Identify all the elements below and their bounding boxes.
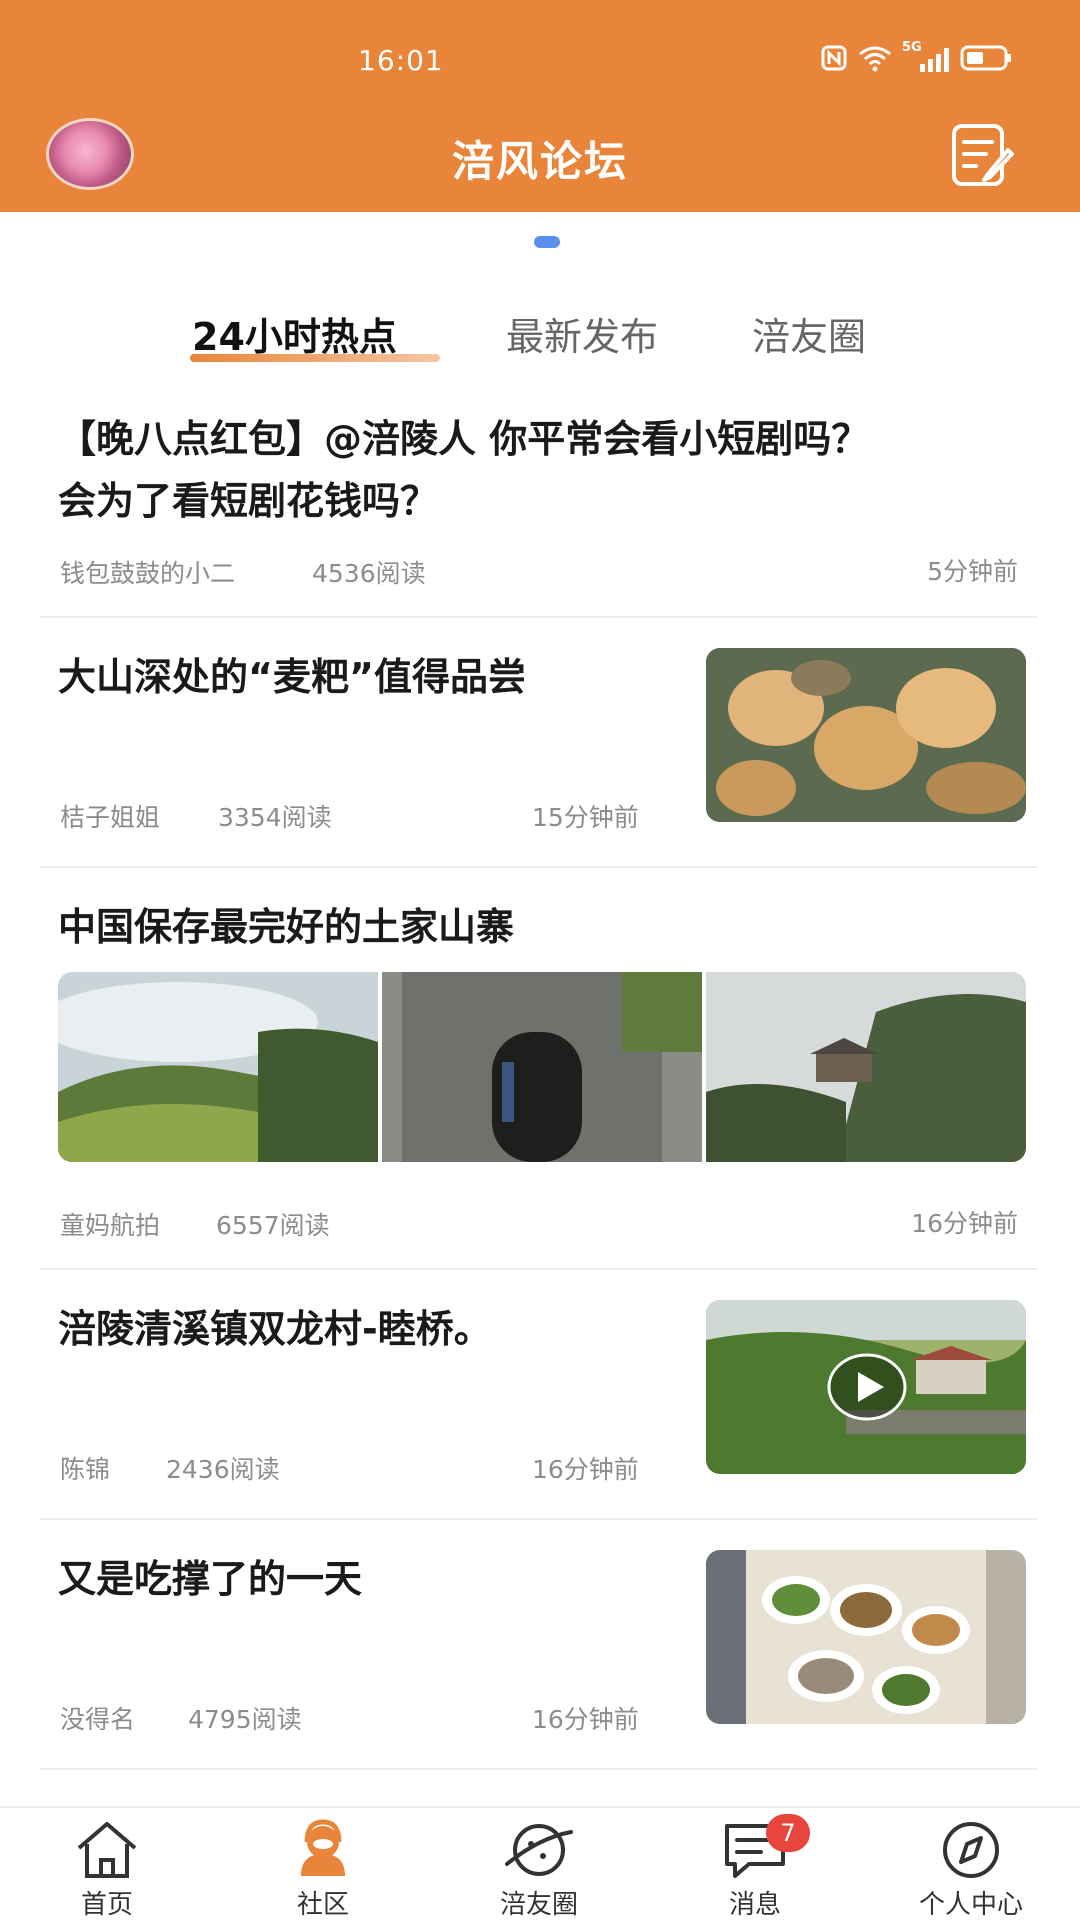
post-author: 钱包鼓鼓的小二 bbox=[60, 559, 236, 588]
post-image-gallery bbox=[58, 972, 1026, 1162]
status-time: 16:01 bbox=[358, 44, 444, 77]
post-reads: 6557阅读 bbox=[216, 1211, 330, 1240]
nav-messages[interactable]: 7 消息 bbox=[680, 1808, 830, 1920]
post-item[interactable]: 中国保存最完好的土家山寨 童妈航拍 6557阅读 16分钟前 bbox=[40, 868, 1038, 1270]
post-title: 又是吃撑了的一天 bbox=[58, 1557, 363, 1601]
battery-icon bbox=[960, 45, 1011, 71]
app-title: 涪风论坛 bbox=[451, 137, 628, 186]
nav-label: 首页 bbox=[80, 1890, 133, 1920]
post-reads: 3354阅读 bbox=[218, 803, 332, 832]
post-author: 童妈航拍 bbox=[60, 1211, 161, 1240]
nav-profile[interactable]: 个人中心 bbox=[896, 1808, 1046, 1920]
post-title-line: 【晚八点红包】@涪陵人 你平常会看小短剧吗？ bbox=[58, 417, 870, 461]
post-title-line: 会为了看短剧花钱吗？ bbox=[58, 479, 439, 523]
post-item[interactable]: 【晚八点红包】@涪陵人 你平常会看小短剧吗？ 会为了看短剧花钱吗？ 钱包鼓鼓的小… bbox=[40, 408, 1038, 618]
post-time: 16分钟前 bbox=[911, 1209, 1018, 1238]
active-tab-indicator bbox=[190, 354, 440, 362]
post-reads: 4795阅读 bbox=[188, 1705, 302, 1734]
compose-post-icon[interactable] bbox=[950, 122, 1016, 188]
nfc-icon bbox=[821, 45, 847, 71]
nav-label: 社区 bbox=[296, 1890, 349, 1920]
post-thumbnail bbox=[706, 1550, 1026, 1724]
status-icons: 5G bbox=[820, 40, 1012, 72]
post-item[interactable]: 涪陵清溪镇双龙村-睦桥。 陈锦 2436阅读 16分钟前 bbox=[40, 1270, 1038, 1520]
post-reads: 2436阅读 bbox=[166, 1455, 280, 1484]
nav-fu-circle[interactable]: 涪友圈 bbox=[464, 1808, 614, 1920]
post-thumbnail bbox=[706, 648, 1026, 822]
post-time: 5分钟前 bbox=[927, 557, 1018, 586]
post-time: 16分钟前 bbox=[532, 1705, 639, 1734]
post-time: 16分钟前 bbox=[532, 1455, 639, 1484]
unread-badge: 7 bbox=[766, 1814, 810, 1852]
community-icon bbox=[301, 1819, 345, 1876]
tab-24h-hot[interactable]: 24小时热点 bbox=[192, 306, 397, 361]
app-header: 16:01 5G 涪风论坛 bbox=[0, 0, 1080, 212]
nav-label: 涪友圈 bbox=[499, 1890, 578, 1920]
tab-latest[interactable]: 最新发布 bbox=[506, 306, 658, 361]
gallery-image bbox=[382, 972, 702, 1162]
post-video-thumbnail[interactable] bbox=[706, 1300, 1026, 1474]
nav-label: 个人中心 bbox=[918, 1890, 1023, 1920]
post-author: 没得名 bbox=[60, 1705, 136, 1734]
post-title: 大山深处的“麦粑”值得品尝 bbox=[58, 655, 526, 699]
post-author: 桔子姐姐 bbox=[60, 803, 161, 832]
gallery-image bbox=[706, 972, 1026, 1162]
wifi-icon bbox=[859, 46, 891, 72]
tab-fu-circle[interactable]: 涪友圈 bbox=[752, 306, 866, 361]
post-item[interactable]: 又是吃撑了的一天 没得名 4795阅读 16分钟前 bbox=[40, 1520, 1038, 1770]
post-title: 中国保存最完好的土家山寨 bbox=[58, 905, 515, 949]
post-time: 15分钟前 bbox=[532, 803, 639, 832]
post-title: 涪陵清溪镇双龙村-睦桥。 bbox=[58, 1307, 492, 1351]
home-icon bbox=[77, 1822, 137, 1878]
feed-tabs: 24小时热点 最新发布 涪友圈 bbox=[0, 306, 1080, 366]
carousel-indicator bbox=[534, 236, 560, 248]
gallery-image bbox=[58, 972, 378, 1162]
post-title: 【晚八点红包】@涪陵人 你平常会看小短剧吗？ 会为了看短剧花钱吗？ bbox=[58, 408, 1038, 532]
post-reads: 4536阅读 bbox=[312, 559, 426, 588]
planet-icon bbox=[505, 1824, 573, 1876]
signal-icon: 5G bbox=[902, 40, 950, 72]
nav-label: 消息 bbox=[728, 1890, 781, 1920]
bottom-navigation: 首页 社区 涪友圈 7 消息 个人中心 bbox=[0, 1806, 1080, 1920]
nav-community[interactable]: 社区 bbox=[248, 1808, 398, 1920]
compass-icon bbox=[943, 1822, 999, 1878]
nav-home[interactable]: 首页 bbox=[32, 1808, 182, 1920]
post-author: 陈锦 bbox=[60, 1455, 111, 1484]
play-icon[interactable] bbox=[826, 1352, 908, 1422]
post-item[interactable]: 大山深处的“麦粑”值得品尝 桔子姐姐 3354阅读 15分钟前 bbox=[40, 618, 1038, 868]
